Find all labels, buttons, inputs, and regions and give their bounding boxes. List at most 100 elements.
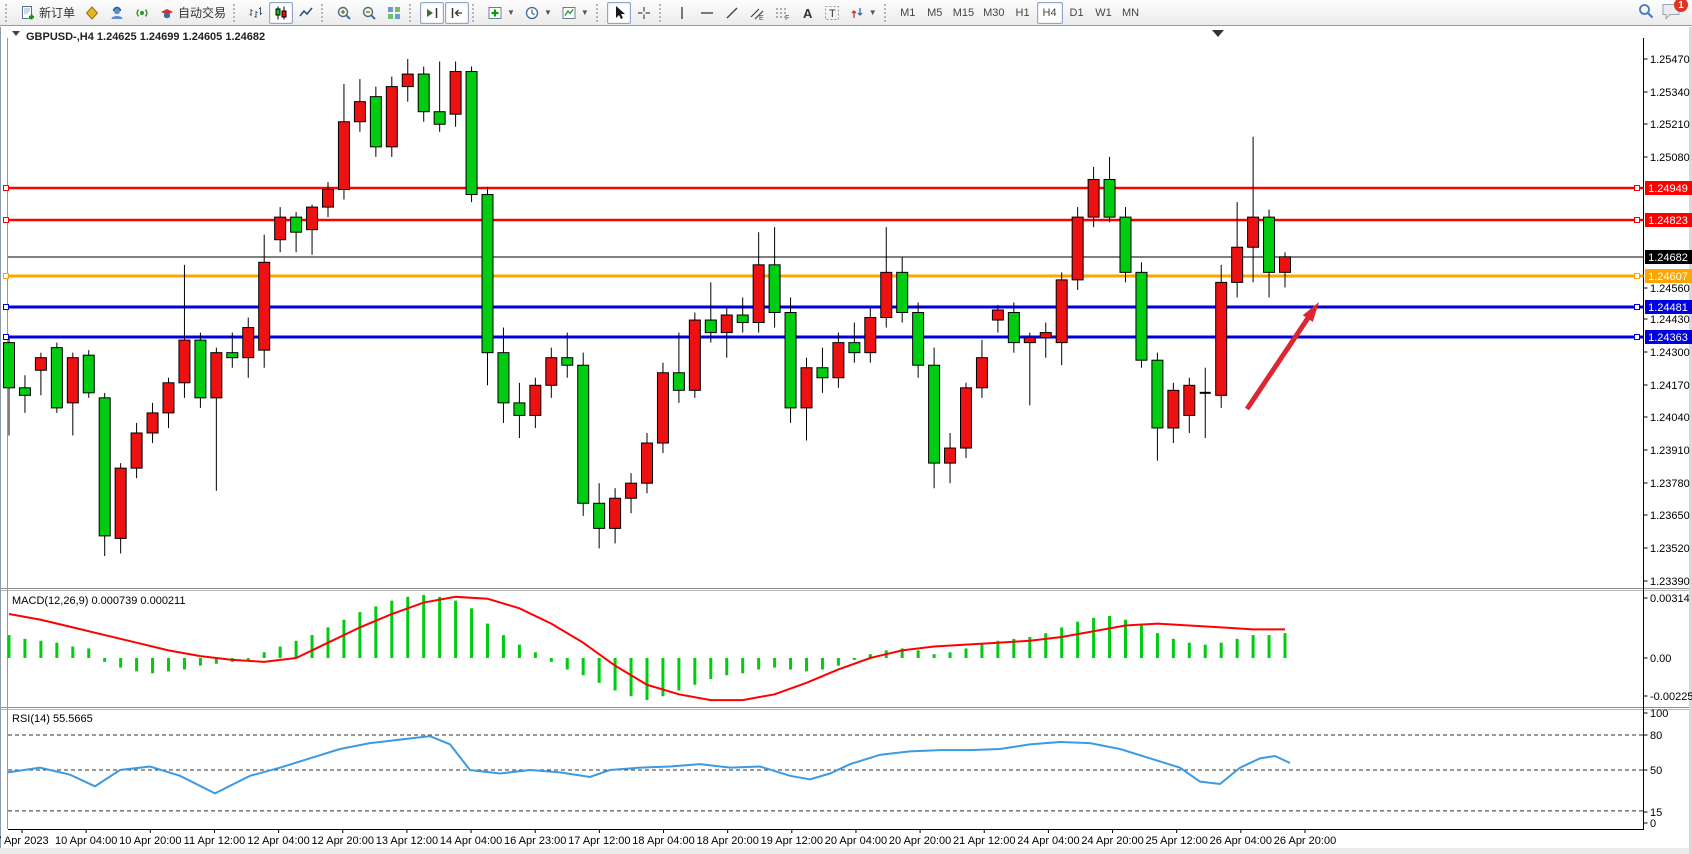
bar-chart-button[interactable] xyxy=(244,2,268,24)
horizontal-line-button[interactable] xyxy=(695,2,719,24)
dropdown-arrow-icon[interactable]: ▼ xyxy=(869,8,877,17)
price-tag-label: 1.24823 xyxy=(1648,215,1688,227)
pivot-line-handle[interactable] xyxy=(4,274,9,279)
toolbar-grip xyxy=(233,4,240,22)
macd-histogram-bar xyxy=(1188,643,1191,658)
bullish-candle xyxy=(530,385,541,415)
tf-mn[interactable]: MN xyxy=(1118,2,1144,24)
bullish-candle xyxy=(1168,390,1179,428)
macd-histogram-bar xyxy=(965,648,968,658)
support-line-1-handle[interactable] xyxy=(4,305,9,310)
bullish-candle xyxy=(642,443,653,483)
crosshair-button[interactable] xyxy=(632,2,656,24)
time-tick-label: 16 Apr 23:00 xyxy=(504,835,566,847)
channel-icon: E xyxy=(749,5,765,21)
bearish-candle xyxy=(817,368,828,378)
tf-m1[interactable]: M1 xyxy=(895,2,921,24)
bearish-candle xyxy=(99,398,110,536)
tf-w1[interactable]: W1 xyxy=(1091,2,1117,24)
resistance-line-1-handle[interactable] xyxy=(1635,186,1640,191)
toolbar-grip xyxy=(5,4,12,22)
bearish-candle xyxy=(1152,360,1163,428)
dropdown-arrow-icon[interactable]: ▼ xyxy=(544,8,552,17)
bearish-candle xyxy=(83,355,94,393)
dropdown-arrow-icon[interactable]: ▼ xyxy=(581,8,589,17)
notification-badge[interactable]: 1 xyxy=(1674,0,1688,12)
doc-plus-icon xyxy=(20,5,36,21)
bullish-candle xyxy=(1184,385,1195,415)
time-tick-label: 26 Apr 04:00 xyxy=(1210,835,1272,847)
chart-canvas[interactable]: 1.254701.253401.252101.250801.245601.244… xyxy=(0,27,1692,854)
gold-button[interactable] xyxy=(80,2,104,24)
time-tick-label: 17 Apr 12:00 xyxy=(568,835,630,847)
support-line-2-handle[interactable] xyxy=(1635,335,1640,340)
macd-histogram-bar xyxy=(454,601,457,658)
macd-histogram-bar xyxy=(1220,643,1223,658)
bullish-candle xyxy=(179,340,190,383)
cursor-button[interactable] xyxy=(607,2,631,24)
zoom-in-button[interactable] xyxy=(332,2,356,24)
price-tick-label: 1.23650 xyxy=(1650,510,1690,522)
indicators-button[interactable]: ▼ xyxy=(483,2,519,24)
tf-d1[interactable]: D1 xyxy=(1064,2,1090,24)
periods-button[interactable]: ▼ xyxy=(520,2,556,24)
tf-m30[interactable]: M30 xyxy=(979,2,1008,24)
autotrade-button[interactable]: 自动交易 xyxy=(155,2,230,24)
bullish-candle xyxy=(1024,338,1035,343)
bearish-candle xyxy=(1136,272,1147,360)
tf-h1[interactable]: H1 xyxy=(1010,2,1036,24)
zoom-out-icon xyxy=(361,5,377,21)
candle-chart-button[interactable] xyxy=(269,2,293,24)
tf-m15[interactable]: M15 xyxy=(949,2,978,24)
bearish-candle xyxy=(4,343,15,388)
support-line-1-handle[interactable] xyxy=(1635,305,1640,310)
vertical-line-button[interactable] xyxy=(670,2,694,24)
fibonacci-button[interactable]: F xyxy=(770,2,794,24)
equidistant-channel-button[interactable]: E xyxy=(745,2,769,24)
chart-shift-button[interactable] xyxy=(445,2,469,24)
line-chart-button[interactable] xyxy=(294,2,318,24)
chartshift-icon xyxy=(449,5,465,21)
support-button[interactable] xyxy=(105,2,129,24)
macd-histogram-bar xyxy=(23,639,26,658)
macd-histogram-bar xyxy=(709,658,712,679)
time-tick-label: 19 Apr 12:00 xyxy=(761,835,823,847)
macd-histogram-bar xyxy=(1156,633,1159,658)
bearish-candle xyxy=(578,365,589,503)
add-indicator-icon xyxy=(487,5,503,21)
signal-button[interactable] xyxy=(130,2,154,24)
macd-histogram-bar xyxy=(725,658,728,675)
text-button[interactable]: A xyxy=(795,2,819,24)
price-tag-label: 1.24363 xyxy=(1648,332,1688,344)
pivot-line-handle[interactable] xyxy=(1635,274,1640,279)
bullish-candle xyxy=(801,368,812,408)
text-label-button[interactable]: T xyxy=(820,2,844,24)
bullish-candle xyxy=(657,373,668,443)
macd-histogram-bar xyxy=(1108,616,1111,658)
macd-histogram-bar xyxy=(1204,645,1207,658)
resistance-line-2-handle[interactable] xyxy=(1635,218,1640,223)
tile-windows-button[interactable] xyxy=(382,2,406,24)
tf-h4[interactable]: H4 xyxy=(1037,2,1063,24)
macd-label: MACD(12,26,9) 0.000739 0.000211 xyxy=(12,595,185,607)
macd-histogram-bar xyxy=(374,606,377,658)
templates-button[interactable]: ▼ xyxy=(557,2,593,24)
price-tag-label: 1.24481 xyxy=(1648,302,1688,314)
arrows-button[interactable]: ▼ xyxy=(845,2,881,24)
support-line-2-handle[interactable] xyxy=(4,335,9,340)
auto-scroll-button[interactable] xyxy=(420,2,444,24)
zoom-out-button[interactable] xyxy=(357,2,381,24)
new-order-button[interactable]: 新订单 xyxy=(16,2,79,24)
hline-icon xyxy=(699,5,715,21)
search-icon[interactable] xyxy=(1637,2,1655,23)
bearish-candle xyxy=(562,358,573,366)
trendline-button[interactable] xyxy=(720,2,744,24)
bearish-candle xyxy=(737,315,748,323)
resistance-line-1-handle[interactable] xyxy=(4,186,9,191)
chat-button[interactable]: 1 xyxy=(1661,2,1681,23)
rsi-label: RSI(14) 55.5665 xyxy=(12,713,93,725)
resistance-line-2-handle[interactable] xyxy=(4,218,9,223)
dropdown-arrow-icon[interactable]: ▼ xyxy=(507,8,515,17)
tf-m5[interactable]: M5 xyxy=(922,2,948,24)
price-tick-label: 1.23520 xyxy=(1650,543,1690,555)
